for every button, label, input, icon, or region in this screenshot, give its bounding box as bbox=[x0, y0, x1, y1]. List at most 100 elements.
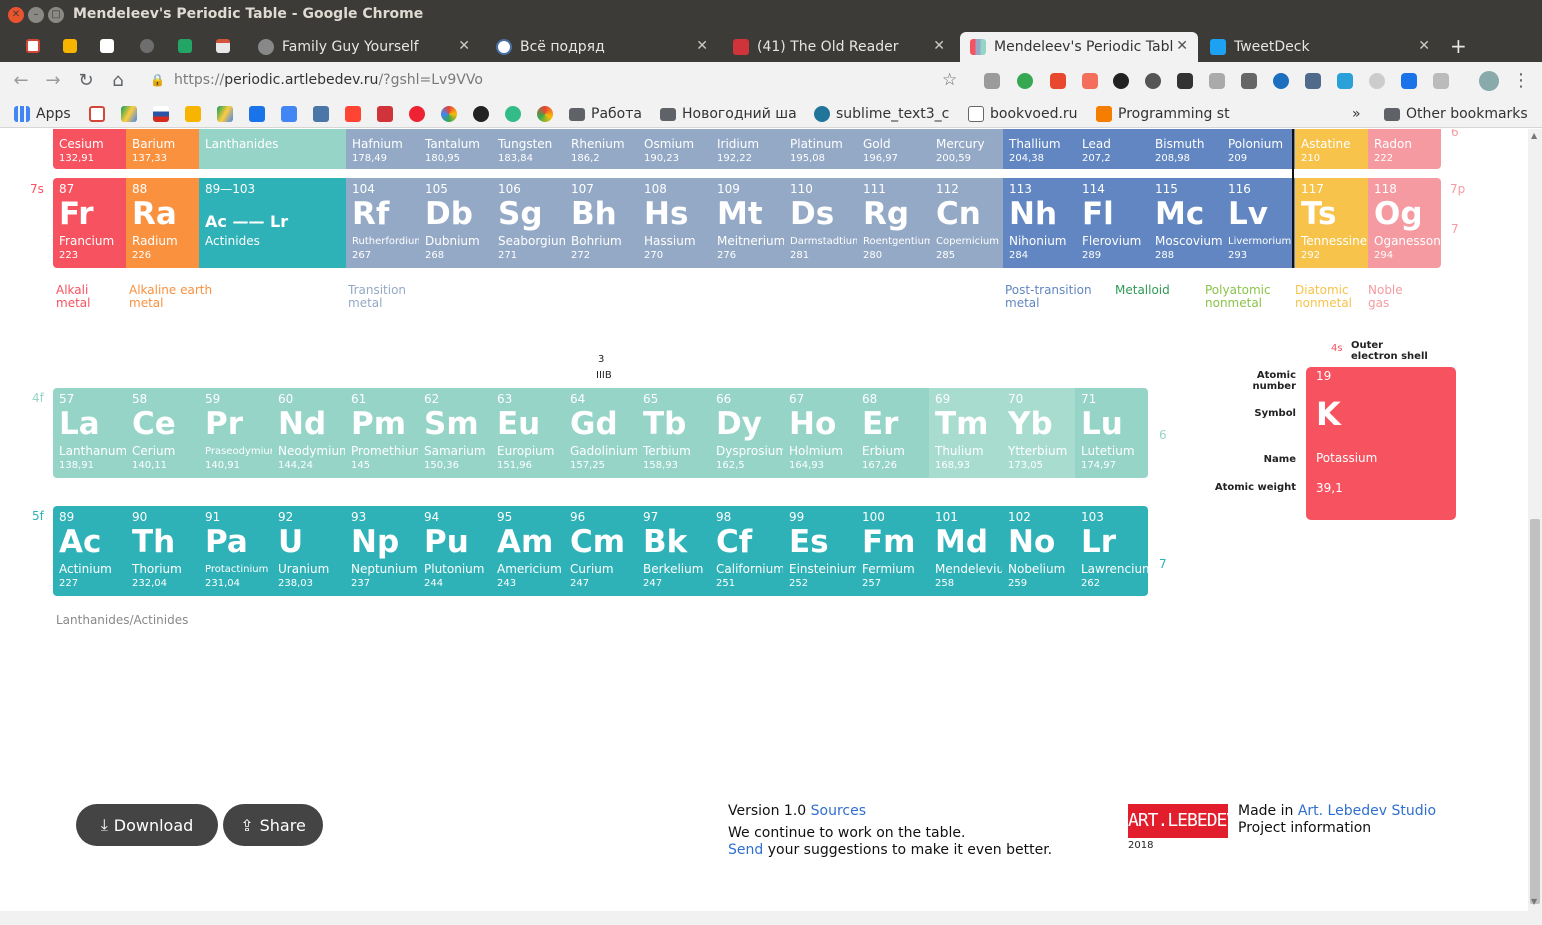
element-cell[interactable]: 69 Tm Thulium 168,93 bbox=[929, 388, 1002, 478]
element-cell[interactable]: 67 Ho Holmium 164,93 bbox=[783, 388, 856, 478]
element-cell[interactable]: Osmium 190,23 bbox=[638, 129, 711, 169]
bookmark-frog[interactable] bbox=[505, 104, 521, 124]
tab-tweetdeck[interactable]: TweetDeck ✕ bbox=[1200, 32, 1440, 62]
pinned-tab-gmail[interactable] bbox=[22, 35, 44, 57]
element-cell[interactable]: 61 Pm Promethium 145 bbox=[345, 388, 418, 478]
bookmark-pinwheel[interactable] bbox=[409, 104, 425, 124]
element-cell[interactable]: 95 Am Americium 243 bbox=[491, 506, 564, 596]
bookmark-calendar[interactable] bbox=[249, 104, 265, 124]
legend-alkaline-earth-metal[interactable]: Alkaline earth metal bbox=[129, 284, 212, 310]
legend-transition-metal[interactable]: Transition metal bbox=[348, 284, 406, 310]
element-cell[interactable]: Cesium 132,91 bbox=[53, 129, 126, 169]
element-cell[interactable]: 111 Rg Roentgentium 280 bbox=[857, 178, 930, 268]
menu-icon[interactable]: ⋮ bbox=[1510, 70, 1532, 91]
bookmark-drive-2[interactable] bbox=[217, 104, 233, 124]
scroll-down-arrow[interactable]: ▼ bbox=[1531, 897, 1537, 906]
element-cell[interactable]: Gold 196,97 bbox=[857, 129, 930, 169]
element-cell[interactable]: 116 Lv Livermorium 293 bbox=[1222, 178, 1295, 268]
element-cell[interactable]: 89 Ac Actinium 227 bbox=[53, 506, 126, 596]
extension-icon[interactable] bbox=[984, 73, 1000, 89]
bookmark-vk[interactable] bbox=[313, 104, 329, 124]
extension-icon[interactable] bbox=[1401, 73, 1417, 89]
element-cell[interactable]: Tungsten 183,84 bbox=[492, 129, 565, 169]
element-cell[interactable]: 102 No Nobelium 259 bbox=[1002, 506, 1075, 596]
element-cell[interactable]: 101Md Mendelevium 258 bbox=[929, 506, 1002, 596]
element-cell[interactable]: Radon 222 bbox=[1368, 129, 1441, 169]
extension-icon[interactable] bbox=[1305, 73, 1321, 89]
element-cell[interactable]: 108 Hs Hassium 270 bbox=[638, 178, 711, 268]
bookmark-drive[interactable] bbox=[121, 104, 137, 124]
extension-icon[interactable] bbox=[1145, 73, 1161, 89]
element-cell[interactable]: 66 Dy Dysprosium 162,5 bbox=[710, 388, 783, 478]
pinned-tab-sheets[interactable] bbox=[174, 35, 196, 57]
scrollbar-thumb[interactable] bbox=[1530, 519, 1540, 904]
element-cell[interactable]: Lanthanides bbox=[199, 129, 346, 169]
bookmark-flag[interactable] bbox=[153, 104, 169, 124]
element-cell[interactable]: 70 Yb Ytterbium 173,05 bbox=[1002, 388, 1075, 478]
tab-old-reader[interactable]: (41) The Old Reader ✕ bbox=[723, 32, 955, 62]
bookmark-bookvoed[interactable]: bookvoed.ru bbox=[968, 104, 1078, 124]
element-cell[interactable]: 62 Sm Samarium 150,36 bbox=[418, 388, 491, 478]
home-icon[interactable]: ⌂ bbox=[107, 70, 129, 91]
element-cell[interactable]: 114 Fl Flerovium 289 bbox=[1076, 178, 1149, 268]
element-cell[interactable]: Thallium 204,38 bbox=[1003, 129, 1076, 169]
element-cell[interactable]: 110 Ds Darmstadtium 281 bbox=[784, 178, 857, 268]
extension-icon[interactable] bbox=[1113, 73, 1129, 89]
element-cell[interactable]: 113 Nh Nihonium 284 bbox=[1003, 178, 1076, 268]
tab-family-guy[interactable]: Family Guy Yourself ✕ bbox=[248, 32, 480, 62]
bookmark-folder-other[interactable]: Other bookmarks bbox=[1384, 104, 1528, 124]
bookmark-chrome[interactable] bbox=[537, 104, 553, 124]
maximize-window-icon[interactable]: □ bbox=[48, 7, 64, 23]
element-cell[interactable]: 63 Eu Europium 151,96 bbox=[491, 388, 564, 478]
send-link[interactable]: Send bbox=[728, 842, 763, 858]
element-cell[interactable]: 90 Th Thorium 232,04 bbox=[126, 506, 199, 596]
element-cell[interactable]: 98 Cf Californium 251 bbox=[710, 506, 783, 596]
bookmark-translate[interactable] bbox=[281, 104, 297, 124]
bookmark-folder-rabota[interactable]: Работа bbox=[569, 104, 642, 124]
element-cell[interactable]: 115 Mc Moscovium 288 bbox=[1149, 178, 1222, 268]
element-cell[interactable]: 92 U Uranium 238,03 bbox=[272, 506, 345, 596]
bookmark-gmail[interactable] bbox=[89, 104, 105, 124]
close-tab-icon[interactable]: ✕ bbox=[1176, 38, 1188, 54]
element-cell[interactable]: 107 Bh Bohrium 272 bbox=[565, 178, 638, 268]
studio-link[interactable]: Art. Lebedev Studio bbox=[1298, 803, 1436, 819]
close-window-icon[interactable]: ✕ bbox=[8, 7, 24, 23]
element-cell[interactable]: Polonium 209 bbox=[1222, 129, 1295, 169]
extension-icon[interactable] bbox=[1017, 73, 1033, 89]
vertical-scrollbar[interactable]: ▲ ▼ bbox=[1528, 129, 1542, 911]
element-cell[interactable]: Bismuth 208,98 bbox=[1149, 129, 1222, 169]
element-cell[interactable]: 104 Rf Rutherfordium 267 bbox=[346, 178, 419, 268]
bookmark-programming[interactable]: Programming st bbox=[1096, 104, 1230, 124]
bookmark-star-icon[interactable]: ☆ bbox=[942, 70, 957, 90]
element-cell[interactable]: 97 Bk Berkelium 247 bbox=[637, 506, 710, 596]
bookmark-folder-novogodniy[interactable]: Новогодний ша bbox=[660, 104, 797, 124]
element-cell[interactable]: 105 Db Dubnium 268 bbox=[419, 178, 492, 268]
element-cell[interactable]: Lead 207,2 bbox=[1076, 129, 1149, 169]
address-bar[interactable]: 🔒 https://periodic.artlebedev.ru/?gshl=L… bbox=[140, 67, 970, 95]
bookmark-old-reader[interactable] bbox=[377, 104, 393, 124]
element-cell[interactable]: 93 Np Neptunium 237 bbox=[345, 506, 418, 596]
element-cell[interactable]: 89—103 Ac —— Lr Actinides bbox=[199, 178, 346, 268]
bookmark-sublime[interactable]: sublime_text3_c bbox=[814, 104, 949, 124]
extension-icon[interactable] bbox=[1177, 73, 1193, 89]
element-cell[interactable]: 91 Pa Protactinium 231,04 bbox=[199, 506, 272, 596]
tab-vsyo-podryad[interactable]: Всё подряд ✕ bbox=[486, 32, 718, 62]
element-cell[interactable]: 117 Ts Tennessine 292 bbox=[1295, 178, 1368, 268]
element-cell[interactable]: 59Pr Praseodymium 140,91 bbox=[199, 388, 272, 478]
pinned-tab-calendar[interactable] bbox=[212, 35, 234, 57]
element-cell[interactable]: 58 Ce Cerium 140,11 bbox=[126, 388, 199, 478]
avatar[interactable] bbox=[1479, 71, 1499, 91]
element-cell[interactable]: 88 Ra Radium 226 bbox=[126, 178, 199, 268]
legend-polyatomic-nonmetal[interactable]: Polyatomic nonmetal bbox=[1205, 284, 1271, 310]
element-cell[interactable]: 103 Lr Lawrencium 262 bbox=[1075, 506, 1148, 596]
close-tab-icon[interactable]: ✕ bbox=[1418, 38, 1430, 54]
extension-icon[interactable] bbox=[1241, 73, 1257, 89]
extension-icon[interactable] bbox=[1273, 73, 1289, 89]
pinned-tab-instapaper[interactable] bbox=[96, 35, 118, 57]
reload-icon[interactable]: ↻ bbox=[75, 70, 97, 91]
share-button[interactable]: ⇪ Share bbox=[223, 804, 323, 846]
minimize-window-icon[interactable]: – bbox=[28, 7, 44, 23]
element-cell[interactable]: 60 Nd Neodymium 144,24 bbox=[272, 388, 345, 478]
bookmark-music[interactable] bbox=[345, 104, 361, 124]
legend-diatomic-nonmetal[interactable]: Diatomic nonmetal bbox=[1295, 284, 1352, 310]
